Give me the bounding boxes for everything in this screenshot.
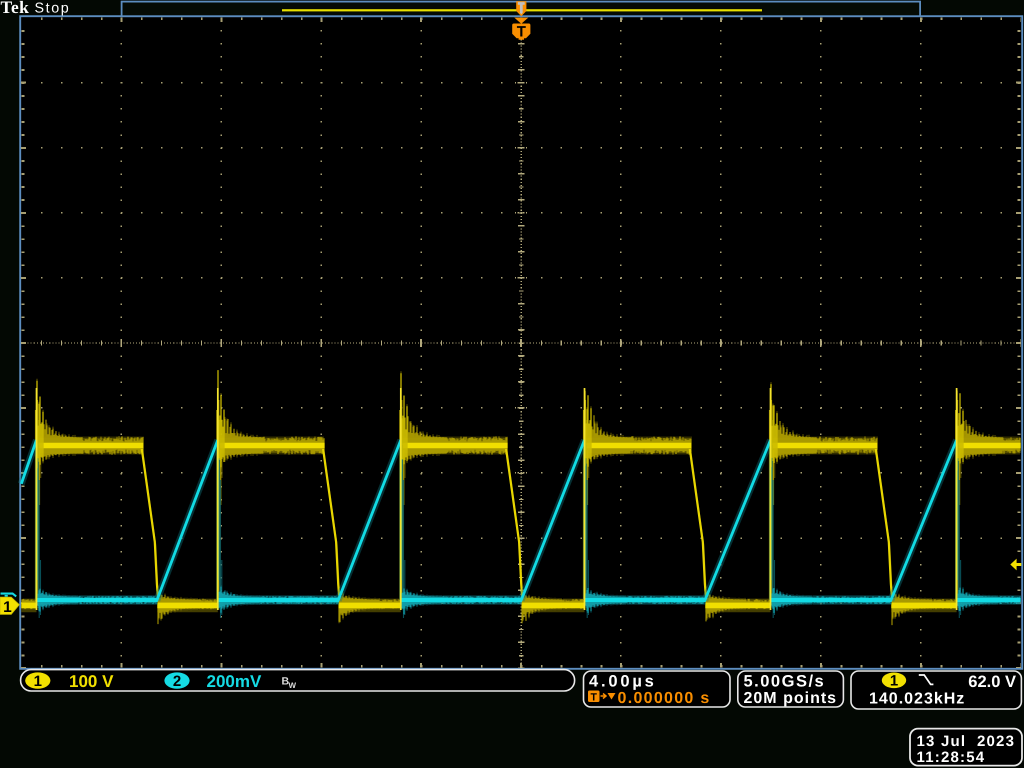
svg-text:1: 1: [3, 599, 12, 616]
svg-text:4.00µs: 4.00µs: [589, 672, 657, 690]
svg-text:11:28:54: 11:28:54: [917, 749, 986, 766]
svg-text:Tek: Tek: [1, 0, 30, 17]
svg-text:13 Jul 2023: 13 Jul 2023: [917, 733, 1016, 750]
svg-text:20M points: 20M points: [744, 690, 838, 707]
svg-text:5.00GS/s: 5.00GS/s: [744, 672, 826, 690]
svg-text:1: 1: [34, 673, 42, 690]
svg-text:2: 2: [173, 673, 181, 690]
svg-text:0.000000 s: 0.000000 s: [618, 690, 711, 707]
svg-text:140.023kHz: 140.023kHz: [869, 690, 965, 707]
svg-text:62.0 V: 62.0 V: [968, 673, 1016, 691]
svg-text:W: W: [289, 681, 297, 690]
svg-text:1: 1: [890, 673, 898, 690]
svg-text:T: T: [590, 691, 597, 703]
svg-text:100 V: 100 V: [69, 672, 114, 691]
svg-text:200mV: 200mV: [207, 672, 262, 691]
svg-text:Stop: Stop: [35, 1, 71, 17]
svg-text:T: T: [517, 24, 526, 41]
